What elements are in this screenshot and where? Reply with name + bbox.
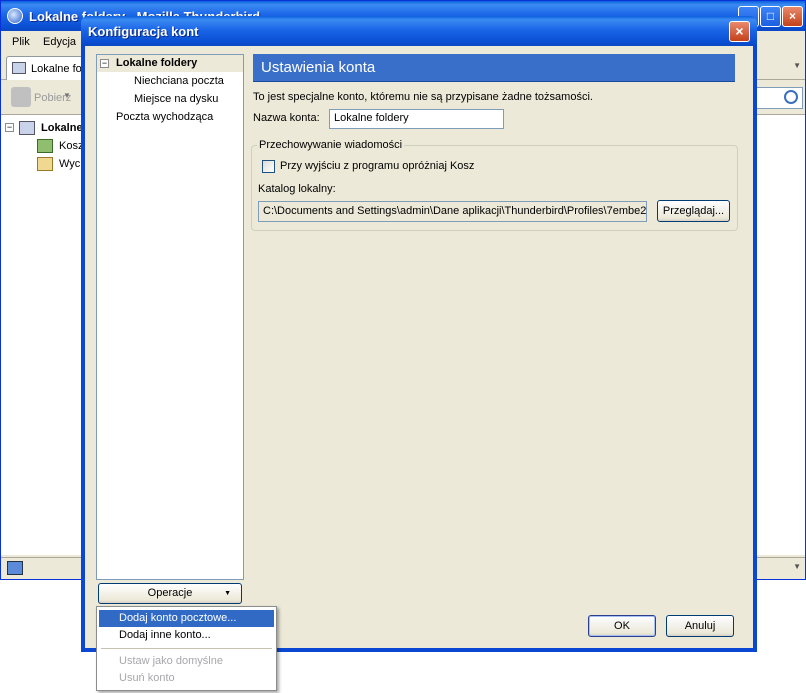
trash-icon: [37, 139, 53, 153]
operations-menu: Dodaj konto pocztowe... Dodaj inne konto…: [96, 606, 277, 691]
operations-button[interactable]: Operacje ▼: [98, 583, 242, 604]
tree-item-miejsce-na-dysku[interactable]: Miejsce na dysku: [134, 91, 218, 108]
dialog-title: Konfiguracja kont: [88, 24, 199, 39]
account-name-input[interactable]: Lokalne foldery: [329, 109, 504, 129]
menu-separator: [101, 648, 272, 649]
menu-item-add-other-account[interactable]: Dodaj inne konto...: [99, 627, 274, 644]
local-directory-label: Katalog lokalny:: [258, 183, 336, 195]
maximize-button[interactable]: □: [760, 6, 781, 27]
empty-trash-label[interactable]: Przy wyjściu z programu opróżniaj Kosz: [280, 160, 474, 172]
tree-item-label: Lokalne foldery: [116, 57, 198, 69]
collapse-icon[interactable]: −: [100, 59, 109, 68]
storage-legend: Przechowywanie wiadomości: [257, 139, 405, 151]
get-mail-icon: [11, 87, 31, 107]
page-title: Ustawienia konta: [253, 54, 735, 82]
folder-label: Lokalne: [41, 122, 83, 134]
local-directory-field[interactable]: C:\Documents and Settings\admin\Dane apl…: [258, 201, 647, 222]
account-tree[interactable]: − Lokalne foldery Niechciana poczta Miej…: [96, 54, 244, 580]
account-name-label: Nazwa konta:: [253, 112, 320, 124]
tree-item-lokalne-foldery[interactable]: − Lokalne foldery: [97, 55, 243, 72]
online-status-icon[interactable]: [7, 561, 23, 575]
browse-button[interactable]: Przeglądaj...: [657, 200, 730, 222]
info-text: To jest specjalne konto, któremu nie są …: [253, 91, 593, 103]
folder-label: Wyc: [59, 158, 81, 170]
menu-item-remove-account[interactable]: Usuń konto: [99, 670, 274, 687]
account-settings-dialog: Konfiguracja kont × − Lokalne foldery Ni…: [81, 16, 757, 652]
menu-plik[interactable]: Plik: [12, 36, 30, 48]
menu-item-set-default[interactable]: Ustaw jako domyślne: [99, 653, 274, 670]
tree-item-poczta-wychodzaca[interactable]: Poczta wychodząca: [116, 109, 213, 126]
tab-list-icon[interactable]: ▼: [793, 61, 801, 70]
collapse-icon[interactable]: −: [5, 123, 14, 132]
operations-label: Operacje: [147, 587, 193, 599]
dialog-close-button[interactable]: ×: [729, 21, 750, 42]
folder-label: Kosz: [59, 140, 84, 152]
scroll-down-icon[interactable]: ▼: [793, 562, 801, 571]
chevron-down-icon[interactable]: ▼: [63, 91, 71, 100]
dialog-titlebar: Konfiguracja kont ×: [81, 16, 757, 46]
empty-trash-checkbox[interactable]: [262, 160, 275, 173]
chevron-down-icon: ▼: [224, 590, 231, 597]
tab-lokalne-foldery[interactable]: Lokalne fo: [6, 56, 84, 80]
ok-button[interactable]: OK: [588, 615, 656, 637]
outbox-icon: [37, 157, 53, 171]
search-icon: [784, 90, 798, 104]
menu-item-add-mail-account[interactable]: Dodaj konto pocztowe...: [99, 610, 274, 627]
tab-label: Lokalne fo: [31, 63, 82, 75]
cancel-button[interactable]: Anuluj: [666, 615, 734, 637]
folder-tab-icon: [12, 62, 26, 74]
dialog-body: − Lokalne foldery Niechciana poczta Miej…: [85, 46, 753, 648]
main-close-button[interactable]: ×: [782, 6, 803, 27]
menu-edycja[interactable]: Edycja: [43, 36, 76, 48]
tree-item-niechciana-poczta[interactable]: Niechciana poczta: [134, 73, 224, 90]
thunderbird-app-icon: [7, 8, 23, 24]
computer-folder-icon: [19, 121, 35, 135]
